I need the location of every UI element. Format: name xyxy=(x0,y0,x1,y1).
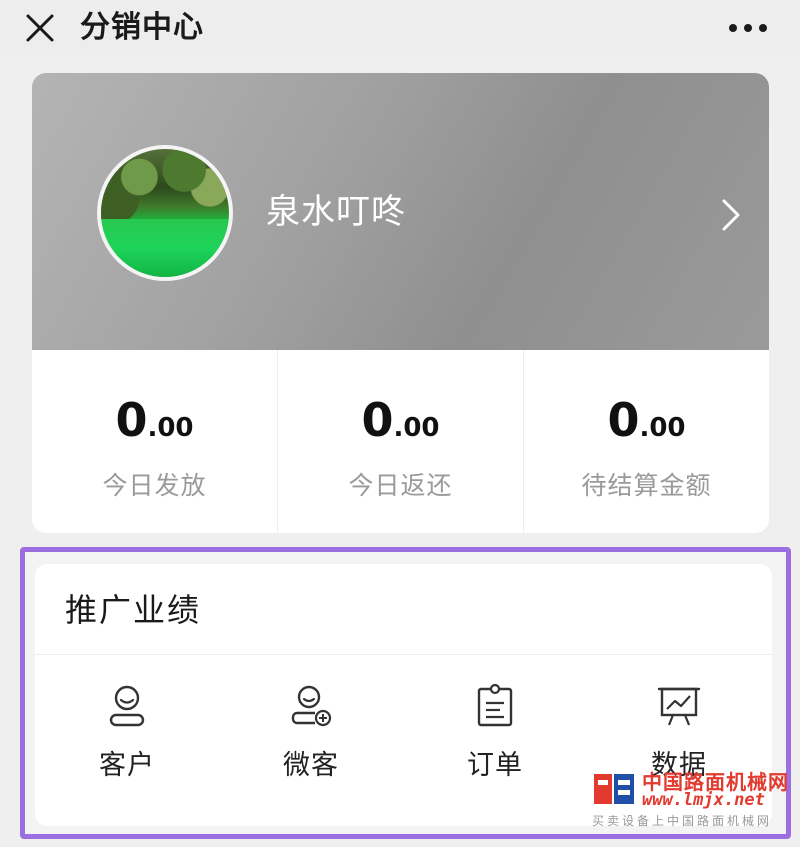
page-title: 分销中心 xyxy=(80,10,204,45)
watermark-url: www.lmjx.net xyxy=(642,790,765,810)
menu-label: 订单 xyxy=(467,750,523,781)
chart-board-icon xyxy=(657,687,701,726)
clipboard-icon xyxy=(477,683,513,727)
more-dots-icon xyxy=(729,24,767,32)
stat-pending-settlement[interactable]: 0.00 待结算金额 xyxy=(523,350,769,533)
stat-value: 0.00 xyxy=(115,393,194,447)
promo-title: 推广业绩 xyxy=(65,591,202,629)
user-add-icon xyxy=(291,685,332,727)
profile-card: 泉水叮咚 0.00 今日发放 0.00 今日返还 0.00 待结算金额 xyxy=(32,73,769,533)
divider xyxy=(35,654,772,655)
avatar-trees xyxy=(101,149,229,220)
user-icon xyxy=(109,685,145,727)
stat-today-returned[interactable]: 0.00 今日返还 xyxy=(277,350,523,533)
stat-label: 待结算金额 xyxy=(581,471,712,500)
chevron-right-icon[interactable] xyxy=(719,197,743,233)
stats-row: 0.00 今日发放 0.00 今日返还 0.00 待结算金额 xyxy=(32,350,769,533)
stat-value: 0.00 xyxy=(361,393,440,447)
avatar xyxy=(97,145,233,281)
watermark-logo-icon xyxy=(594,774,634,804)
profile-header[interactable]: 泉水叮咚 xyxy=(32,73,769,350)
menu-item-customers[interactable]: 客户 xyxy=(35,669,219,809)
close-icon xyxy=(26,14,54,42)
more-button[interactable] xyxy=(726,14,770,42)
top-bar: 分销中心 xyxy=(0,0,800,56)
stat-label: 今日返还 xyxy=(348,471,453,500)
stat-today-issued[interactable]: 0.00 今日发放 xyxy=(32,350,277,533)
menu-label: 微客 xyxy=(283,750,339,781)
stat-value: 0.00 xyxy=(607,393,686,447)
watermark: 中国路面机械网 www.lmjx.net 买卖设备上中国路面机械网 xyxy=(592,752,792,832)
close-button[interactable] xyxy=(22,10,58,46)
stat-label: 今日发放 xyxy=(102,471,207,500)
avatar-water xyxy=(101,219,229,277)
menu-label: 客户 xyxy=(99,750,155,781)
menu-item-micro-customers[interactable]: 微客 xyxy=(219,669,403,809)
username: 泉水叮咚 xyxy=(266,192,406,232)
menu-item-orders[interactable]: 订单 xyxy=(403,669,587,809)
watermark-sub: 买卖设备上中国路面机械网 xyxy=(592,814,773,828)
